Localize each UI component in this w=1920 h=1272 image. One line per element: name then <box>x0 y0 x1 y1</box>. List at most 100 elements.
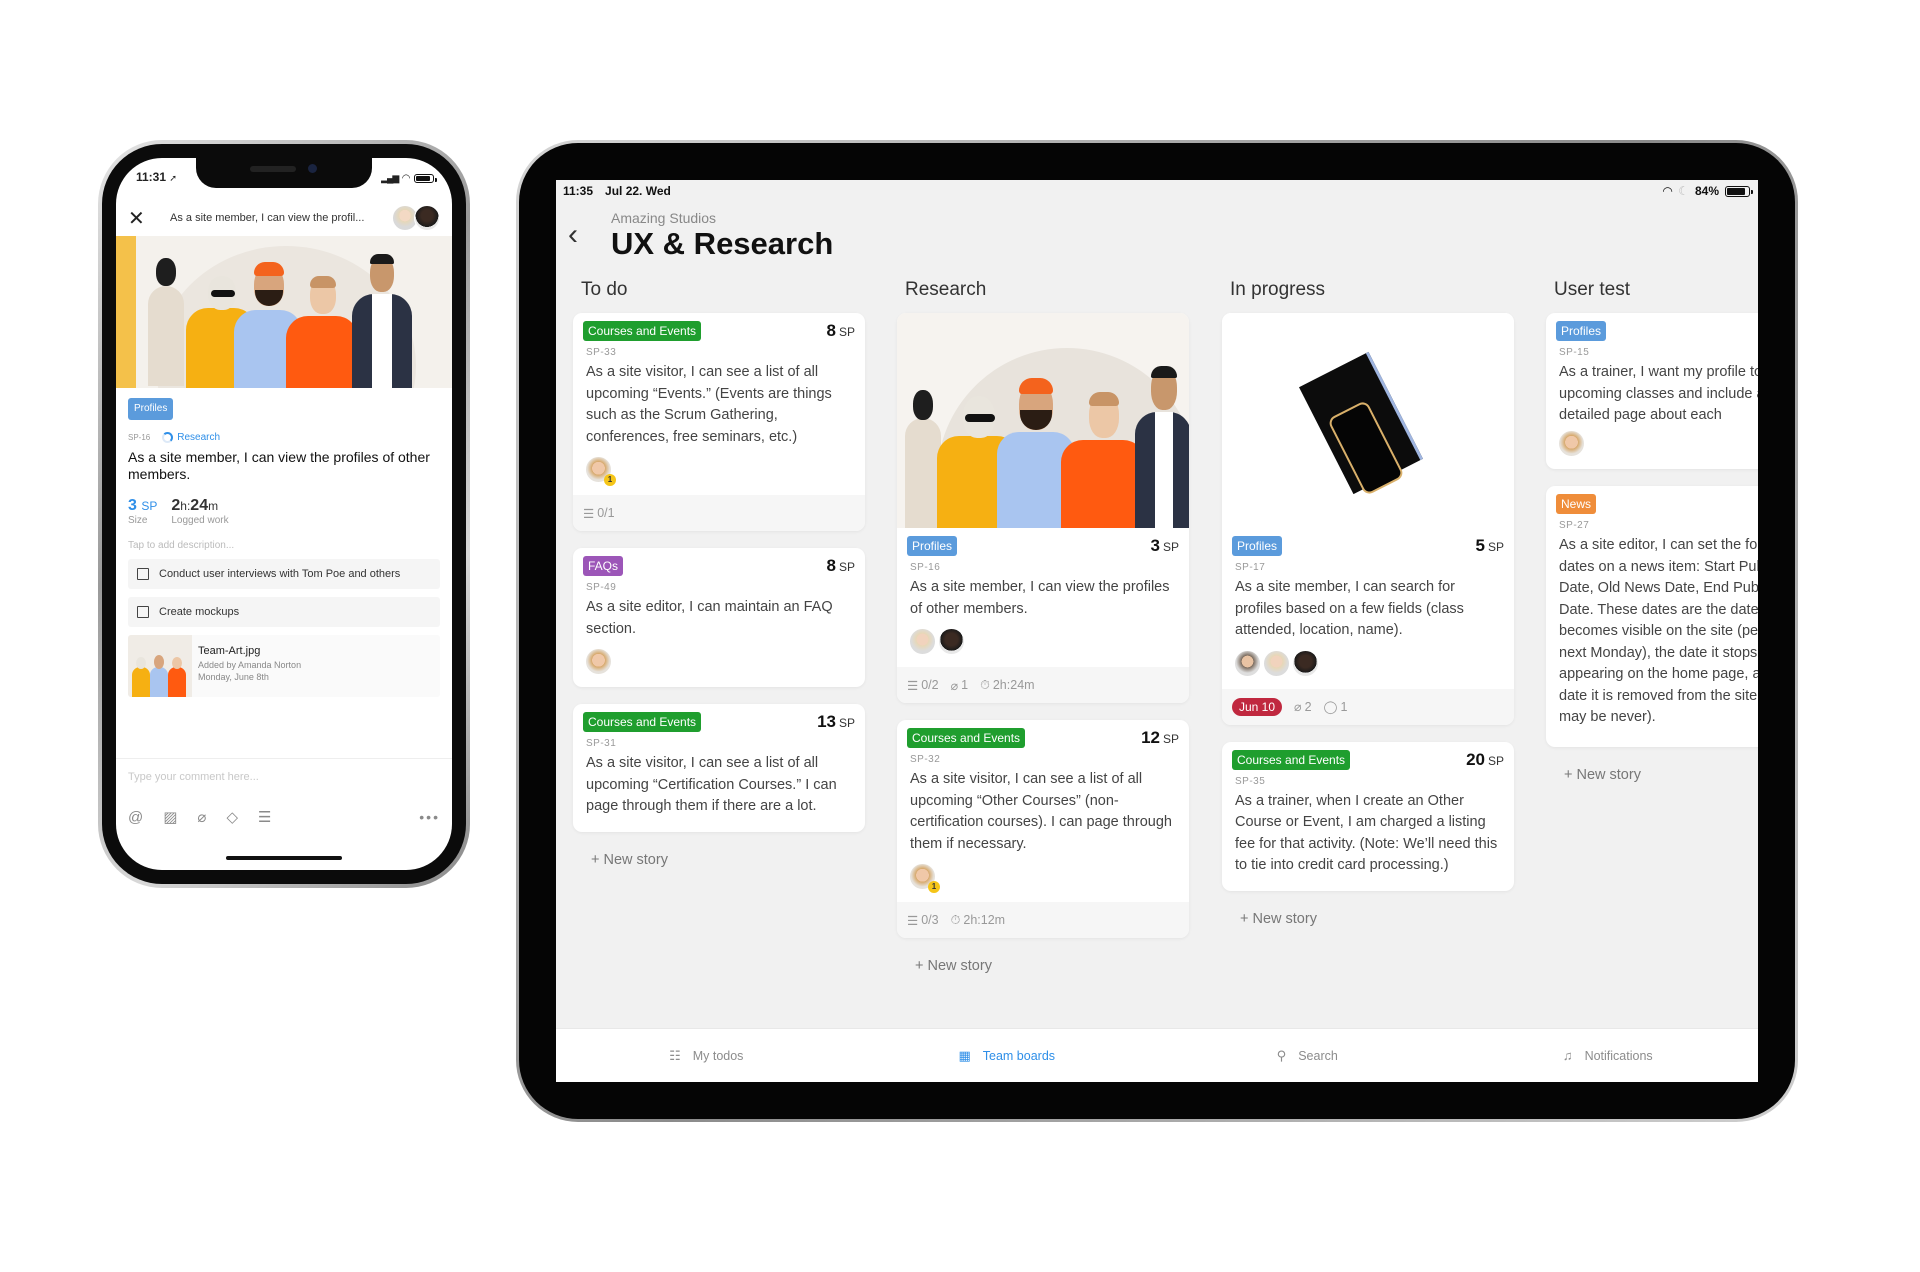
more-icon[interactable]: ••• <box>419 809 440 825</box>
board-title: UX & Research <box>611 226 834 261</box>
todos-icon: ☷ <box>669 1047 681 1063</box>
comment-input[interactable]: Type your comment here... <box>116 758 452 795</box>
assignee-avatars[interactable] <box>392 205 440 231</box>
location-arrow-icon: ➚ <box>169 173 177 183</box>
checkbox[interactable] <box>137 568 149 580</box>
checklist-progress: ☰ 0/1 <box>583 506 615 521</box>
tab-search[interactable]: ⚲ Search <box>1157 1029 1458 1082</box>
checklist-icon[interactable]: ☰ <box>258 808 271 826</box>
wifi-icon: ◠ <box>402 172 410 184</box>
story-card[interactable]: Courses and Events 13 SP SP-31 As a site … <box>573 704 865 832</box>
story-id: SP-32 <box>910 754 941 765</box>
story-card[interactable]: Profiles 5 SP SP-17 As a site member, I c… <box>1222 313 1514 725</box>
story-tag[interactable]: Profiles <box>128 398 174 420</box>
tag-icon[interactable]: ◇ <box>226 808 238 826</box>
description-field[interactable]: Tap to add description... <box>128 540 440 551</box>
comment-icon: ◯ <box>1323 700 1338 714</box>
due-date-badge: Jun 10 <box>1232 697 1283 716</box>
close-icon[interactable]: ✕ <box>128 206 152 231</box>
story-status[interactable]: Research <box>162 432 220 443</box>
wifi-icon: ◠ <box>1662 184 1673 198</box>
signal-icon: ▂▄▆ <box>381 172 399 183</box>
new-story-button[interactable]: + New story <box>573 849 865 883</box>
tab-label: Notifications <box>1584 1048 1653 1063</box>
attachment-count: ⌀ 1 <box>950 678 969 693</box>
story-tag: Profiles <box>1556 321 1607 341</box>
phone-device: 11:31 ➚ ▂▄▆ ◠ ✕ As a site member, I can … <box>98 140 470 888</box>
checklist-progress: ☰ 0/3 <box>907 913 939 928</box>
attachment[interactable]: Team-Art.jpg Added by Amanda Norton Mond… <box>128 635 440 697</box>
avatar <box>414 205 440 231</box>
story-cover-image <box>1222 313 1514 528</box>
avatar-badge: 1 <box>928 881 940 893</box>
story-text: As a site visitor, I can see a list of a… <box>910 771 1172 852</box>
story-title[interactable]: As a site member, I can view the profile… <box>128 449 440 483</box>
story-tag: Courses and Events <box>1232 749 1351 770</box>
story-text: As a trainer, when I create an Other Cou… <box>1235 792 1498 874</box>
image-icon[interactable]: ▨ <box>163 808 177 826</box>
story-size[interactable]: 3 SP Size <box>128 497 157 526</box>
comment-toolbar: @ ▨ ⌀ ◇ ☰ ••• <box>128 808 440 827</box>
checkbox[interactable] <box>137 606 149 618</box>
story-id: SP-35 <box>1235 775 1266 787</box>
avatar <box>1558 430 1585 457</box>
size-unit: SP <box>141 499 158 513</box>
story-card[interactable]: Courses and Events 20 SP SP-35 As a train… <box>1222 741 1514 891</box>
back-chevron-icon[interactable]: ‹ <box>568 218 578 252</box>
attachment-filename: Team-Art.jpg <box>198 645 261 657</box>
checklist-icon: ☰ <box>583 506 595 521</box>
story-tag: Profiles <box>1232 536 1283 556</box>
logged-work[interactable]: 2h:24m Logged work <box>171 497 228 526</box>
new-story-button[interactable]: + New story <box>1222 908 1514 942</box>
story-card[interactable]: Courses and Events 12 SP SP-32 As a site … <box>897 720 1189 938</box>
tablet-bezel: 11:35 Jul 22. Wed ◠ ☾ 84% ‹ Amazing Studi… <box>519 143 1795 1119</box>
story-card[interactable]: Profiles 3 SP SP-16 As a site member, I c… <box>897 313 1189 703</box>
tablet-device: 11:35 Jul 22. Wed ◠ ☾ 84% ‹ Amazing Studi… <box>516 140 1798 1122</box>
story-cover-image <box>897 313 1189 528</box>
story-text: As a site visitor, I can see a list of a… <box>586 364 832 445</box>
stopwatch-icon: ⏱ <box>980 677 990 692</box>
at-icon[interactable]: @ <box>128 809 143 826</box>
story-id: SP-16 <box>910 562 941 573</box>
boards-icon: ▦ <box>958 1047 971 1063</box>
new-story-button[interactable]: + New story <box>1546 764 1758 798</box>
story-card[interactable]: FAQs 8 SP SP-49 As a site editor, I can m… <box>573 548 865 687</box>
checklist-item[interactable]: Conduct user interviews with Tom Poe and… <box>128 559 440 589</box>
story-card[interactable]: Courses and Events 8 SP SP-33 As a site v… <box>573 313 865 531</box>
story-status-label: Research <box>177 432 221 443</box>
column-title: To do <box>581 279 628 300</box>
tab-label: Team boards <box>982 1048 1056 1063</box>
avatar <box>1292 649 1319 677</box>
tab-notifications[interactable]: ♫ Notifications <box>1458 1029 1759 1082</box>
story-text: As a site member, I can view the profile… <box>910 579 1170 617</box>
story-id: SP-17 <box>1235 562 1266 573</box>
phone-bezel: 11:31 ➚ ▂▄▆ ◠ ✕ As a site member, I can … <box>102 144 466 884</box>
story-id: SP-15 <box>1559 347 1590 358</box>
checklist-item[interactable]: Create mockups <box>128 597 440 627</box>
attachment-date: Monday, June 8th <box>198 672 269 682</box>
column-title: Research <box>905 279 987 300</box>
tab-label: My todos <box>692 1048 744 1063</box>
story-points: 13 SP <box>817 712 855 731</box>
moon-icon: ☾ <box>1678 184 1689 198</box>
paperclip-icon[interactable]: ⌀ <box>197 808 206 826</box>
story-header: ✕ As a site member, I can view the profi… <box>116 200 452 236</box>
story-card[interactable]: News SP-27 As a site editor, I can set t… <box>1546 486 1758 747</box>
status-progress-icon <box>162 432 174 443</box>
story-card[interactable]: Profiles SP-15 As a trainer, I want my p… <box>1546 313 1758 469</box>
status-time: 11:35 <box>563 184 594 198</box>
new-story-button[interactable]: + New story <box>897 955 1189 989</box>
minutes-unit: m <box>208 499 219 513</box>
tab-label: Search <box>1298 1048 1338 1063</box>
tablet-screen: 11:35 Jul 22. Wed ◠ ☾ 84% ‹ Amazing Studi… <box>556 180 1758 1082</box>
story-id: SP-16 <box>128 433 151 442</box>
bell-icon: ♫ <box>1562 1048 1573 1063</box>
tab-team-boards[interactable]: ▦ Team boards <box>857 1029 1158 1082</box>
tab-my-todos[interactable]: ☷ My todos <box>556 1029 857 1082</box>
story-points: 8 SP <box>826 321 855 340</box>
attachment-thumbnail <box>128 635 192 697</box>
battery-percent: 84% <box>1694 184 1719 198</box>
story-text: As a trainer, I want my profile to list … <box>1559 364 1758 422</box>
board-column-user-test: User test Profiles SP-15 As a trainer, I… <box>1546 279 1758 798</box>
story-text: As a site editor, I can set the followin… <box>1559 537 1758 725</box>
